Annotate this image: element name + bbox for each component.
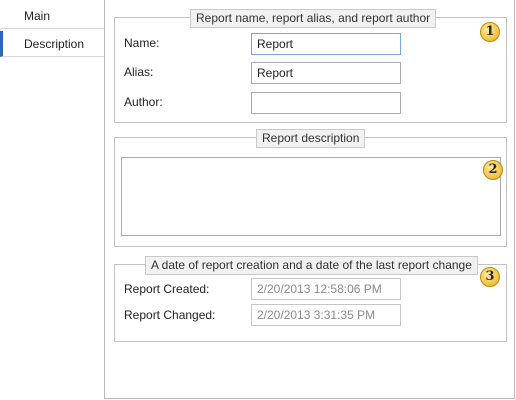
report-changed-field: 2/20/2013 3:31:35 PM bbox=[251, 304, 401, 326]
name-label: Name: bbox=[124, 36, 160, 50]
report-properties-window: Main Description Report name, report ali… bbox=[0, 0, 516, 400]
name-field[interactable]: Report bbox=[251, 33, 401, 55]
sidebar-item-label: Main bbox=[24, 9, 51, 23]
author-field[interactable] bbox=[251, 92, 401, 114]
author-label: Author: bbox=[124, 95, 163, 109]
dates-group-title: A date of report creation and a date of … bbox=[145, 256, 478, 275]
report-created-label: Report Created: bbox=[124, 282, 210, 296]
alias-label: Alias: bbox=[124, 65, 154, 79]
names-group-title: Report name, report alias, and report au… bbox=[190, 9, 437, 28]
description-group-title: Report description bbox=[256, 129, 366, 148]
sidebar-item-label: Description bbox=[24, 37, 85, 51]
alias-field[interactable]: Report bbox=[251, 62, 401, 84]
description-group: Report description 2 bbox=[114, 129, 507, 247]
dates-group: A date of report creation and a date of … bbox=[114, 256, 507, 342]
report-created-field: 2/20/2013 12:58:06 PM bbox=[251, 278, 401, 300]
callout-badge-3: 3 bbox=[480, 267, 500, 287]
sidebar-item-main[interactable]: Main bbox=[0, 3, 104, 29]
description-panel: Report name, report alias, and report au… bbox=[104, 0, 515, 399]
sidebar-item-description[interactable]: Description bbox=[0, 31, 104, 57]
description-textarea[interactable] bbox=[121, 157, 501, 236]
sidebar: Main Description bbox=[0, 0, 104, 400]
callout-badge-1: 1 bbox=[480, 22, 500, 42]
report-changed-label: Report Changed: bbox=[124, 308, 216, 322]
names-group: Report name, report alias, and report au… bbox=[114, 9, 507, 123]
callout-badge-2: 2 bbox=[483, 160, 503, 180]
